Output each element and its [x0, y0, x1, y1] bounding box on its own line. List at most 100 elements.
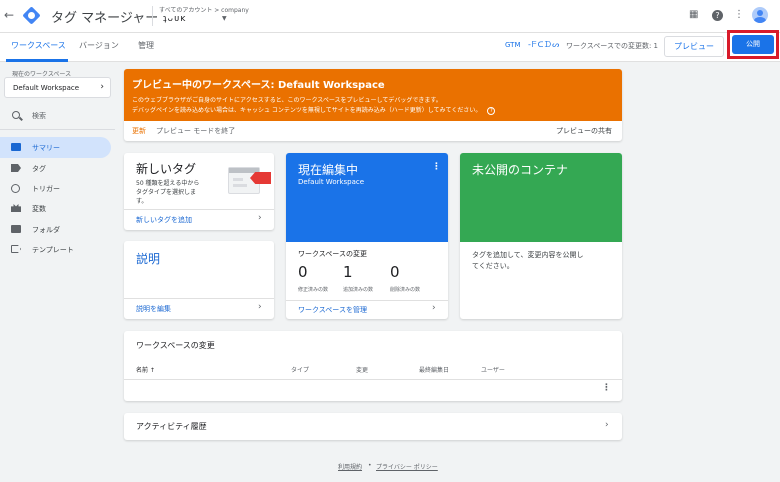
- preview-banner: プレビュー中のワークスペース: Default Workspace このウェブブ…: [124, 69, 622, 141]
- description-title: 説明: [136, 252, 161, 266]
- manage-workspace-link[interactable]: ワークスペースを管理: [298, 305, 367, 315]
- sidebar-item-label: テンプレート: [32, 246, 74, 254]
- added-count: 1: [343, 263, 353, 281]
- exit-preview-link[interactable]: プレビュー モードを終了: [156, 126, 235, 136]
- divider: [124, 209, 274, 210]
- app-title: タグ マネージャー: [51, 11, 159, 26]
- sidebar-item-label: タグ: [32, 165, 46, 173]
- workspace-name: Default Workspace: [13, 84, 80, 92]
- more-vert-icon[interactable]: ⋮: [734, 9, 744, 20]
- more-vert-icon[interactable]: ⋮: [432, 162, 441, 172]
- unpublished-description: てください。: [472, 262, 514, 270]
- new-tag-title: 新しいタグ: [136, 162, 197, 176]
- sidebar-item-folders[interactable]: フォルダ: [0, 219, 111, 240]
- template-icon: [11, 245, 21, 253]
- table-title: ワークスペースの変更: [136, 341, 215, 350]
- modified-count: 0: [298, 263, 308, 281]
- share-preview-link[interactable]: プレビューの共有: [556, 126, 612, 136]
- current-workspace-title: 現在編集中: [298, 163, 359, 177]
- unpublished-title: 未公開のコンテナ: [472, 163, 569, 177]
- more-vert-icon[interactable]: ⋮: [602, 383, 611, 393]
- deleted-label: 削除済みの数: [390, 287, 421, 293]
- current-workspace-card: 現在編集中 Default Workspace ⋮ ワークスペースの変更 ワーク…: [286, 153, 448, 319]
- chevron-right-icon: ›: [605, 420, 609, 430]
- container-dropdown-icon[interactable]: ▼: [222, 15, 227, 22]
- divider: [124, 298, 274, 299]
- modified-label: 修正済みの数: [298, 287, 329, 293]
- description-card[interactable]: 説明 説明を編集 ›: [124, 241, 274, 319]
- preview-banner-text-line: デバッグペインを読み込めない場合は、キャッシュ コンテンツを無視してサイトを再読…: [132, 107, 482, 114]
- sidebar-item-templates[interactable]: テンプレート: [0, 239, 111, 260]
- account-avatar[interactable]: [752, 7, 768, 23]
- variable-icon: [11, 204, 21, 212]
- preview-banner-text: このウェブブラウザがご自身のサイトにアクセスすると、このワークスペースをプレビュ…: [132, 97, 442, 104]
- added-label: 追加済みの数: [343, 287, 374, 293]
- workspace-changes-count: ワークスペースでの変更数: 1: [566, 42, 658, 50]
- column-header-name[interactable]: 名前 ↑: [136, 365, 155, 374]
- chevron-right-icon: ›: [100, 82, 104, 92]
- add-new-tag-link[interactable]: 新しいタグを追加: [136, 215, 192, 225]
- container-name[interactable]: ʇᴗᴜᴋ: [163, 14, 186, 24]
- tag-manager-logo-icon: [22, 6, 41, 25]
- privacy-policy-link[interactable]: プライバシー ポリシー: [376, 462, 438, 471]
- publish-button[interactable]: 公開: [732, 35, 774, 54]
- edit-description-link[interactable]: 説明を編集: [136, 304, 171, 314]
- apps-grid-icon[interactable]: ▦: [689, 9, 698, 20]
- current-workspace-header: 現在編集中 Default Workspace ⋮: [286, 153, 448, 242]
- preview-banner-text-2: デバッグペインを読み込めない場合は、キャッシュ コンテンツを無視してサイトを再読…: [132, 105, 496, 115]
- chevron-right-icon: ›: [432, 303, 436, 313]
- sidebar-item-label: 変数: [32, 205, 46, 213]
- illustration-line: [233, 178, 243, 181]
- trigger-icon: [11, 184, 20, 193]
- divider: [0, 129, 115, 130]
- sidebar-item-tags[interactable]: タグ: [0, 158, 111, 179]
- sidebar-item-label: サマリー: [32, 144, 60, 152]
- search-icon[interactable]: [12, 111, 20, 119]
- divider: [124, 379, 622, 380]
- tab-workspace[interactable]: ワークスペース: [11, 40, 66, 51]
- gtm-container-id: -ᖴᑕᗪᔕ: [528, 40, 561, 49]
- tab-versions[interactable]: バージョン: [79, 40, 119, 51]
- help-icon[interactable]: ?: [712, 10, 723, 21]
- column-header-change[interactable]: 変更: [356, 365, 368, 374]
- unpublished-header: 未公開のコンテナ: [460, 153, 622, 242]
- tab-bar: ワークスペース バージョン 管理 GTM -ᖴᑕᗪᔕ ワークスペースでの変更数:…: [0, 33, 780, 62]
- sidebar-item-triggers[interactable]: トリガー: [0, 178, 111, 199]
- overview-icon: [11, 143, 21, 151]
- column-header-user[interactable]: ユーザー: [481, 365, 505, 374]
- preview-banner-title: プレビュー中のワークスペース: Default Workspace: [132, 80, 385, 91]
- column-header-type[interactable]: タイプ: [291, 365, 309, 374]
- activity-history-row[interactable]: アクティビティ履歴 ›: [124, 413, 622, 440]
- account-breadcrumb[interactable]: すべてのアカウント > company: [159, 5, 249, 14]
- gtm-id-prefix: GTM: [505, 41, 521, 49]
- divider: [286, 300, 448, 301]
- chevron-right-icon: ›: [258, 302, 262, 312]
- info-icon[interactable]: ?: [487, 106, 496, 115]
- unpublished-container-card: 未公開のコンテナ タグを追加して、変更内容を公開し てください。: [460, 153, 622, 319]
- current-workspace-name: Default Workspace: [298, 178, 365, 186]
- activity-history-title: アクティビティ履歴: [136, 422, 207, 431]
- preview-banner-header: プレビュー中のワークスペース: Default Workspace このウェブブ…: [124, 69, 622, 121]
- deleted-count: 0: [390, 263, 400, 281]
- footer-separator: •: [368, 462, 372, 469]
- sidebar-item-label: フォルダ: [32, 226, 60, 234]
- illustration-line: [233, 184, 247, 187]
- sidebar-item-variables[interactable]: 変数: [0, 198, 111, 219]
- preview-button[interactable]: プレビュー: [664, 36, 724, 57]
- sidebar-item-overview[interactable]: サマリー: [0, 137, 111, 158]
- column-header-last-edited[interactable]: 最終編集日: [419, 365, 449, 374]
- new-tag-description: す。: [136, 198, 148, 205]
- workspace-changes-table: ワークスペースの変更 ⋮: [124, 331, 622, 401]
- folder-icon: [11, 225, 21, 233]
- new-tag-description: タグタイプを選択しま: [136, 189, 197, 196]
- search-input[interactable]: 検索: [32, 111, 46, 121]
- workspace-changes-title: ワークスペースの変更: [298, 250, 367, 258]
- workspace-selector[interactable]: Default Workspace ›: [4, 77, 111, 98]
- tab-admin[interactable]: 管理: [138, 40, 154, 51]
- refresh-link[interactable]: 更新: [132, 126, 146, 136]
- tag-icon: [11, 164, 21, 172]
- back-arrow-icon[interactable]: ←: [4, 8, 14, 22]
- active-tab-indicator: [6, 59, 68, 62]
- terms-link[interactable]: 利用規約: [338, 462, 362, 471]
- top-app-bar: ← タグ マネージャー すべてのアカウント > company ʇᴗᴜᴋ ▼ ▦…: [0, 0, 780, 33]
